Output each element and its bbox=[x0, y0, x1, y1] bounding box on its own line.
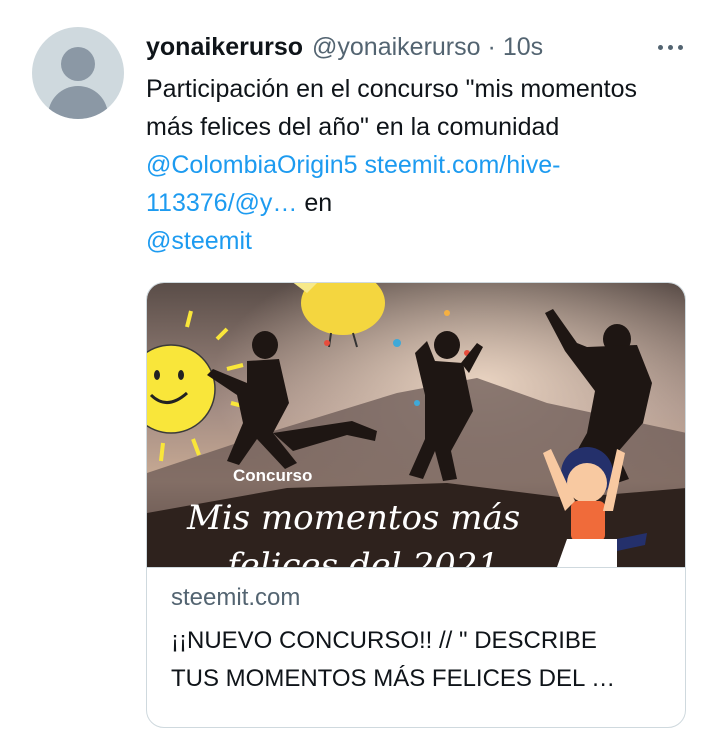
timestamp[interactable]: 10s bbox=[503, 33, 543, 62]
card-image-label: Concurso bbox=[233, 466, 312, 485]
tweet-text-part: en bbox=[297, 189, 333, 217]
tweet-text: Participación en el concurso "mis moment… bbox=[146, 70, 691, 260]
user-handle[interactable]: @yonaikerurso bbox=[312, 33, 481, 62]
mention-colombiaorigin5[interactable]: @ColombiaOrigin5 bbox=[146, 151, 358, 179]
tweet[interactable]: yonaikerurso @yonaikerurso · 10s Partici… bbox=[0, 0, 720, 741]
card-title-line: TUS MOMENTOS MÁS FELICES DEL … bbox=[171, 665, 616, 692]
mention-steemit[interactable]: @steemit bbox=[146, 227, 252, 255]
card-image-title-line2: felices del 2021 bbox=[224, 546, 499, 567]
avatar[interactable] bbox=[32, 27, 124, 119]
card-title: ¡¡NUEVO CONCURSO!! // " DESCRIBE TUS MOM… bbox=[171, 622, 671, 698]
card-title-line: ¡¡NUEVO CONCURSO!! // " DESCRIBE bbox=[171, 627, 597, 654]
card-image-title-line1: Mis momentos más bbox=[186, 498, 520, 538]
dot bbox=[667, 44, 673, 50]
link-preview-card[interactable]: Concurso Mis momentos más felices del 20… bbox=[146, 282, 686, 728]
dot bbox=[677, 44, 683, 50]
card-domain: steemit.com bbox=[171, 584, 301, 611]
dot bbox=[657, 44, 663, 50]
card-meta[interactable]: steemit.com ¡¡NUEVO CONCURSO!! // " DESC… bbox=[147, 567, 685, 727]
separator: · bbox=[487, 32, 496, 61]
card-image[interactable]: Concurso Mis momentos más felices del 20… bbox=[147, 283, 686, 567]
tweet-text-part: Participación en el concurso "mis moment… bbox=[146, 75, 638, 141]
more-options-icon[interactable] bbox=[648, 30, 692, 64]
avatar-body-shape bbox=[48, 86, 108, 119]
display-name[interactable]: yonaikerurso bbox=[146, 33, 303, 62]
tweet-header: yonaikerurso @yonaikerurso · 10s bbox=[146, 30, 543, 64]
default-avatar-icon bbox=[61, 47, 95, 81]
